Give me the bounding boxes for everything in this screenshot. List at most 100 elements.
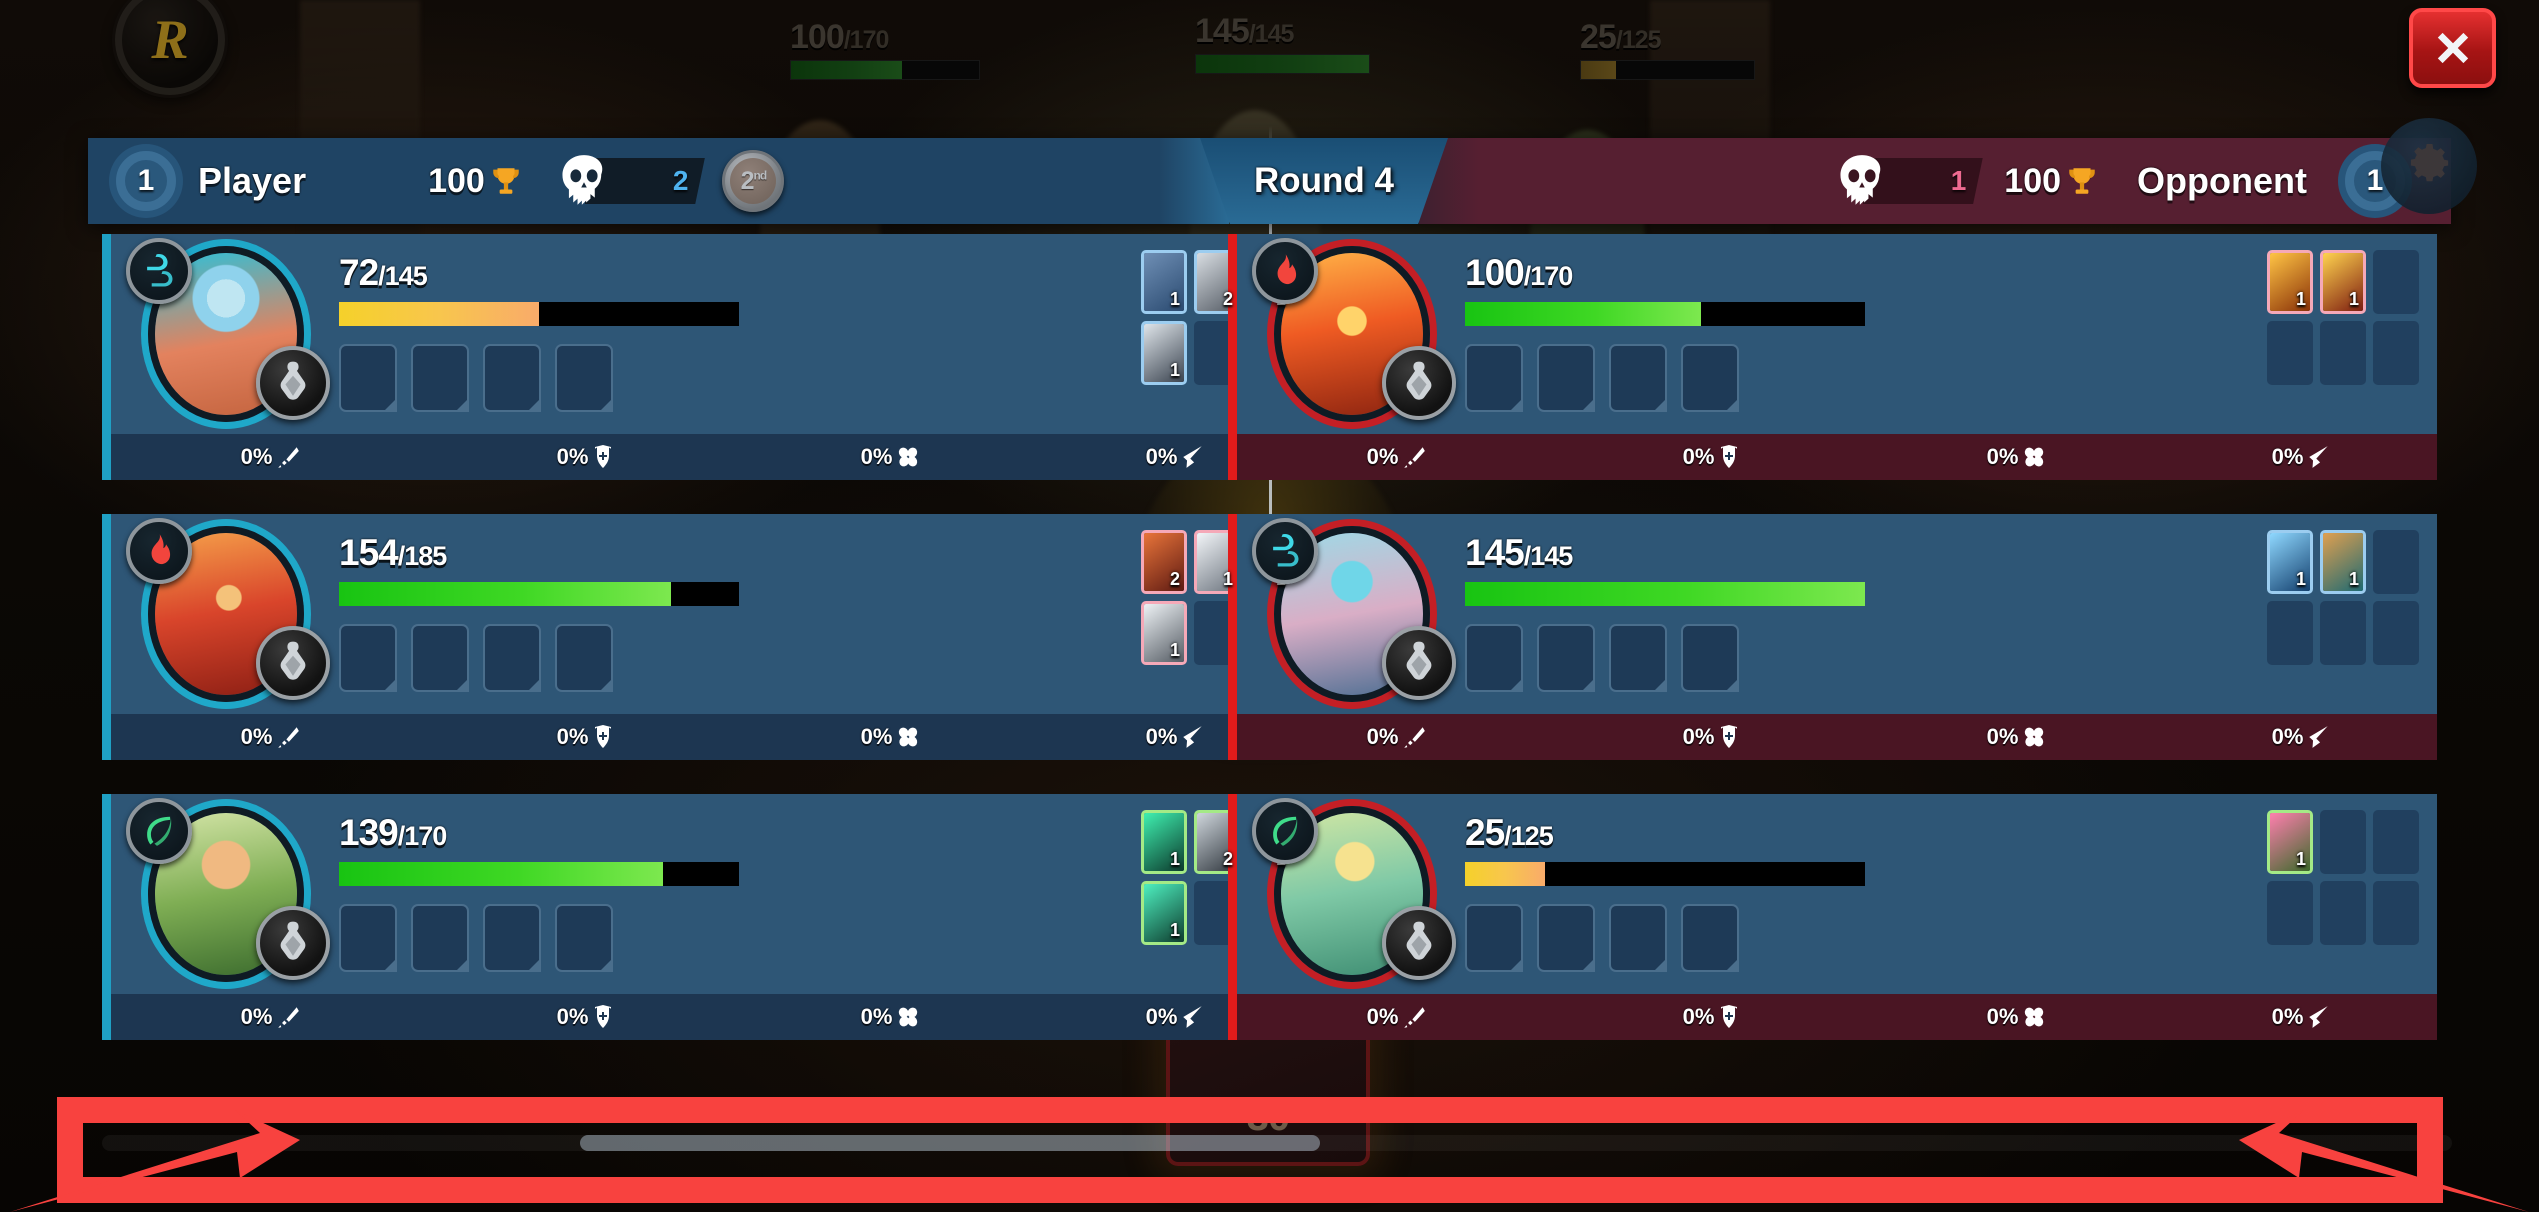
item-slot-empty[interactable] (2320, 601, 2366, 665)
stat-value: 0% (556, 1004, 589, 1029)
card-slot[interactable] (1609, 624, 1667, 692)
player-team-badge[interactable]: 1 (116, 151, 176, 211)
stat-clover: 0% (1867, 434, 2167, 480)
gem-slot[interactable] (1382, 626, 1456, 700)
gear-icon (2410, 143, 2449, 182)
item-slot-empty[interactable] (2373, 530, 2419, 594)
item-slot-empty[interactable] (2267, 881, 2313, 945)
item-slot[interactable]: 1 (1141, 601, 1187, 665)
opponent-unit-row[interactable]: 25/125 1 0% 0% 0% 0% (1228, 794, 2437, 1040)
card-slot[interactable] (483, 624, 541, 692)
shield-icon (1721, 725, 1738, 748)
item-slot[interactable]: 1 (2267, 810, 2313, 874)
item-slot-empty[interactable] (2320, 810, 2366, 874)
card-slot[interactable] (1537, 344, 1595, 412)
gem-slot[interactable] (256, 346, 330, 420)
unit-hp: 72/145 (339, 252, 739, 326)
item-slot-empty[interactable] (2320, 321, 2366, 385)
item-slot[interactable]: 2 (1141, 530, 1187, 594)
card-slot[interactable] (1465, 624, 1523, 692)
player-rank-medal: 2nd (722, 150, 785, 212)
item-slot-empty[interactable] (2320, 881, 2366, 945)
card-slot[interactable] (339, 344, 397, 412)
card-slot[interactable] (483, 344, 541, 412)
hp-current: 154 (339, 532, 399, 573)
team-logo-letter: R (151, 9, 189, 71)
earth-icon (1273, 816, 1298, 846)
gem-slot[interactable] (1382, 906, 1456, 980)
stat-clover: 0% (1867, 714, 2167, 760)
card-slot[interactable] (1537, 904, 1595, 972)
stat-value: 0% (1366, 724, 1399, 749)
unit-portrait[interactable] (1252, 798, 1456, 984)
item-slot[interactable]: 1 (2267, 530, 2313, 594)
player-unit-row[interactable]: 139/17012110%0%0%0% (102, 794, 1311, 1040)
card-slot[interactable] (1537, 624, 1595, 692)
stat-value: 0% (1145, 444, 1178, 469)
item-slot[interactable]: 1 (2320, 530, 2366, 594)
card-slot[interactable] (555, 904, 613, 972)
player-unit-row[interactable]: 72/14512110%0%0%0% (102, 234, 1311, 480)
stat-clover: 0% (1867, 994, 2167, 1040)
hp-current: 145 (1465, 532, 1525, 573)
item-slot-empty[interactable] (2373, 810, 2419, 874)
item-slot-empty[interactable] (2373, 601, 2419, 665)
card-slot[interactable] (1681, 904, 1739, 972)
item-slot[interactable]: 1 (1141, 321, 1187, 385)
item-slot[interactable]: 1 (1141, 810, 1187, 874)
card-slot[interactable] (339, 624, 397, 692)
hp-bar-fill (1465, 582, 1865, 606)
card-slot[interactable] (1465, 904, 1523, 972)
item-slot-empty[interactable] (2373, 321, 2419, 385)
opponent-unit-row[interactable]: 100/170 1 1 0% 0% 0% 0% (1228, 234, 2437, 480)
stat-value: 0% (1366, 1004, 1399, 1029)
item-slot[interactable]: 1 (1141, 250, 1187, 314)
card-slot[interactable] (411, 344, 469, 412)
card-slot[interactable] (555, 624, 613, 692)
stat-value: 0% (860, 444, 893, 469)
hp-bar (1465, 862, 1865, 886)
gem-slot[interactable] (256, 626, 330, 700)
unit-portrait[interactable] (1252, 518, 1456, 704)
hp-bar (1465, 582, 1865, 606)
card-slot[interactable] (555, 344, 613, 412)
unit-portrait[interactable] (126, 238, 330, 424)
card-slot[interactable] (1609, 344, 1667, 412)
player-unit-column: 72/145 1 2 1 1 0% 0% 0% 0% 154/185 2 1 1 1 0% 0% 0% 0% 139… (102, 234, 1311, 1074)
item-slot-empty[interactable] (2267, 321, 2313, 385)
hp-max: /145 (378, 261, 428, 291)
card-slot[interactable] (1681, 624, 1739, 692)
hp-current: 25 (1465, 812, 1505, 853)
card-slot[interactable] (1609, 904, 1667, 972)
sword-icon (278, 1007, 300, 1028)
stat-shield: 0% (431, 434, 741, 480)
item-slot-empty[interactable] (2373, 881, 2419, 945)
unit-portrait[interactable] (126, 798, 330, 984)
gem-slot[interactable] (256, 906, 330, 980)
card-slot[interactable] (483, 904, 541, 972)
item-slot[interactable]: 1 (2320, 250, 2366, 314)
card-slot[interactable] (1465, 344, 1523, 412)
stat-sword: 0% (111, 714, 431, 760)
card-slot-row (1465, 624, 1739, 692)
gem-slot[interactable] (1382, 346, 1456, 420)
close-button[interactable] (2409, 8, 2496, 88)
card-slot[interactable] (411, 624, 469, 692)
item-slot-empty[interactable] (2267, 601, 2313, 665)
speed-icon (2309, 446, 2329, 468)
settings-button[interactable] (2381, 118, 2477, 214)
card-slot[interactable] (1681, 344, 1739, 412)
card-attack-value: 30 (1246, 1095, 1290, 1139)
unit-hp: 100/170 (1465, 252, 1865, 326)
card-slot[interactable] (411, 904, 469, 972)
stat-value: 0% (556, 724, 589, 749)
player-unit-row[interactable]: 154/18521110%0%0%0% (102, 514, 1311, 760)
opponent-unit-row[interactable]: 145/145 1 1 0% 0% 0% 0% (1228, 514, 2437, 760)
unit-portrait[interactable] (1252, 238, 1456, 424)
item-slot[interactable]: 1 (2267, 250, 2313, 314)
scrollbar-thumb[interactable] (580, 1135, 1320, 1151)
unit-portrait[interactable] (126, 518, 330, 704)
item-slot-empty[interactable] (2373, 250, 2419, 314)
card-slot[interactable] (339, 904, 397, 972)
item-slot[interactable]: 1 (1141, 881, 1187, 945)
